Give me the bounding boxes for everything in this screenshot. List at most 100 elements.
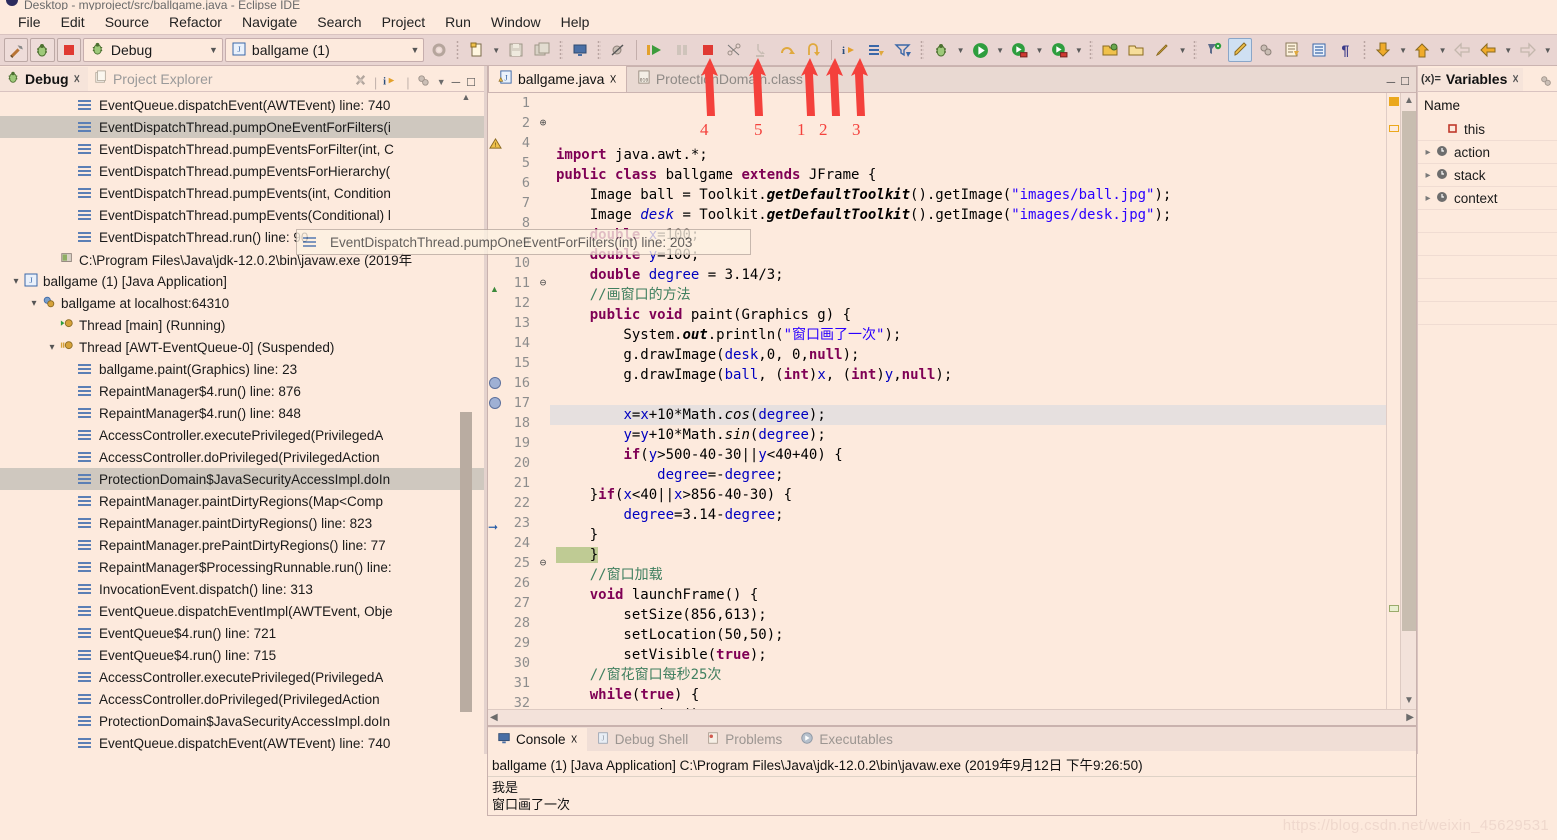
new-java-project-icon[interactable] bbox=[1098, 38, 1122, 62]
new-task-icon[interactable] bbox=[1281, 38, 1305, 62]
next-annotation-dropdown-icon[interactable]: ▼ bbox=[1398, 46, 1409, 55]
tree-twisty[interactable]: ▾ bbox=[8, 276, 24, 287]
debug-tree-scrollbar[interactable]: ▲ bbox=[460, 92, 472, 754]
drop-to-frame-icon[interactable] bbox=[864, 38, 888, 62]
back-history-icon[interactable] bbox=[1476, 38, 1500, 62]
code-line[interactable]: void launchFrame() { bbox=[550, 585, 1386, 605]
debug-stack-row[interactable]: Thread [main] (Running) bbox=[0, 314, 484, 336]
debug-stack-tree[interactable]: EventQueue.dispatchEvent(AWTEvent) line:… bbox=[0, 92, 484, 754]
debug-dropdown-icon[interactable]: ▼ bbox=[955, 46, 966, 55]
pencil-dropdown-icon[interactable]: ▼ bbox=[1177, 46, 1188, 55]
step-over-icon[interactable] bbox=[775, 38, 799, 62]
debug-stack-row[interactable]: EventDispatchThread.pumpEvents(int, Cond… bbox=[0, 182, 484, 204]
console-output[interactable]: 我是 窗口画了一次 bbox=[488, 777, 1416, 815]
show-whitespace-icon[interactable]: ¶ bbox=[1333, 38, 1357, 62]
debug-stack-row[interactable]: EventDispatchThread.pumpEventsForHierarc… bbox=[0, 160, 484, 182]
code-line[interactable]: Image desk = Toolkit.getDefaultToolkit()… bbox=[550, 205, 1386, 225]
code-line[interactable] bbox=[550, 125, 1386, 145]
code-line[interactable] bbox=[550, 385, 1386, 405]
breakpoint-marker[interactable] bbox=[488, 393, 504, 413]
menu-run[interactable]: Run bbox=[435, 12, 481, 32]
editor-overview-ruler[interactable] bbox=[1386, 93, 1400, 709]
step-return-icon[interactable] bbox=[801, 38, 825, 62]
debug-stack-row[interactable]: AccessController.doPrivileged(Privileged… bbox=[0, 446, 484, 468]
debug-stack-row[interactable]: EventDispatchThread.pumpOneEventForFilte… bbox=[0, 116, 484, 138]
code-line[interactable]: import java.awt.*; bbox=[550, 145, 1386, 165]
menu-help[interactable]: Help bbox=[551, 12, 600, 32]
debug-stack-row[interactable]: AccessController.executePrivileged(Privi… bbox=[0, 666, 484, 688]
next-annotation-icon[interactable] bbox=[1371, 38, 1395, 62]
menu-edit[interactable]: Edit bbox=[51, 12, 95, 32]
gear-icon[interactable] bbox=[426, 38, 450, 62]
scroll-left-icon[interactable]: ◀ bbox=[490, 712, 498, 723]
debug-stack-row[interactable]: ▾ Jballgame (1) [Java Application] bbox=[0, 270, 484, 292]
forward-dropdown-icon[interactable]: ▼ bbox=[1542, 46, 1553, 55]
use-step-filters-icon[interactable] bbox=[891, 38, 915, 62]
fold-toggle[interactable]: ⊖ bbox=[536, 273, 550, 293]
close-icon[interactable]: ☓ bbox=[1512, 72, 1518, 86]
editor-marker-gutter[interactable]: ! ▲ ➞ bbox=[488, 93, 504, 709]
variable-row[interactable]: ▸ stack bbox=[1418, 164, 1557, 187]
code-line[interactable]: x=x+10*Math.cos(degree); bbox=[550, 405, 1386, 425]
stop-terminate-icon[interactable] bbox=[56, 38, 81, 62]
open-type-icon[interactable] bbox=[1124, 38, 1148, 62]
menu-search[interactable]: Search bbox=[307, 12, 371, 32]
pencil-icon[interactable] bbox=[1151, 38, 1175, 62]
tree-twisty[interactable]: ▸ bbox=[1420, 193, 1436, 204]
current-instruction-pointer-icon[interactable]: ➞ bbox=[488, 513, 504, 534]
view-menu-icon[interactable]: ▼ bbox=[437, 77, 446, 87]
tab-protectiondomain-class[interactable]: 010 ProtectionDomain.class bbox=[627, 66, 812, 92]
skip-all-breakpoints-icon[interactable] bbox=[606, 38, 630, 62]
code-line[interactable]: double degree = 3.14/3; bbox=[550, 265, 1386, 285]
fold-toggle[interactable]: ⊖ bbox=[536, 553, 550, 573]
debug-bug-icon[interactable] bbox=[30, 38, 55, 62]
run-dropdown-icon[interactable]: ▼ bbox=[994, 46, 1005, 55]
tree-twisty[interactable]: ▾ bbox=[26, 298, 42, 309]
variables-tree[interactable]: this ▸ action ▸ stack ▸ context bbox=[1418, 118, 1557, 325]
code-text-area[interactable]: import java.awt.*; public class ballgame … bbox=[550, 93, 1386, 709]
debug-stack-row[interactable]: RepaintManager$ProcessingRunnable.run() … bbox=[0, 556, 484, 578]
debug-stack-row[interactable]: EventQueue$4.run() line: 715 bbox=[0, 644, 484, 666]
menu-source[interactable]: Source bbox=[95, 12, 159, 32]
scrollbar-thumb[interactable] bbox=[460, 412, 472, 712]
menu-navigate[interactable]: Navigate bbox=[232, 12, 307, 32]
tab-debug[interactable]: Debug ☓ bbox=[0, 67, 88, 91]
tree-twisty[interactable]: ▾ bbox=[44, 342, 60, 353]
code-line[interactable]: }if(x<40||x>856-40-30) { bbox=[550, 485, 1386, 505]
collapse-all-icon[interactable] bbox=[416, 73, 431, 91]
chevron-down-icon[interactable]: ▼ bbox=[199, 45, 218, 55]
new-file-dropdown-icon[interactable]: ▼ bbox=[491, 46, 502, 55]
code-line[interactable]: setLocation(50,50); bbox=[550, 625, 1386, 645]
editor-horizontal-scrollbar[interactable]: ◀ ▶ bbox=[488, 709, 1416, 725]
debug-stack-row[interactable]: ProtectionDomain$JavaSecurityAccessImpl.… bbox=[0, 468, 484, 490]
code-line[interactable]: } bbox=[550, 545, 1386, 565]
menu-refactor[interactable]: Refactor bbox=[159, 12, 232, 32]
debug-stack-row[interactable]: InvocationEvent.dispatch() line: 313 bbox=[0, 578, 484, 600]
run-icon[interactable] bbox=[968, 38, 992, 62]
close-icon[interactable]: ☓ bbox=[571, 732, 578, 748]
debug-icon[interactable] bbox=[929, 38, 953, 62]
console-icon[interactable] bbox=[568, 38, 592, 62]
view-menu-icon[interactable] bbox=[1539, 74, 1553, 91]
close-icon[interactable]: ☓ bbox=[74, 72, 80, 86]
save-icon[interactable] bbox=[504, 38, 528, 62]
debug-stack-row[interactable]: AccessController.doPrivileged(Privileged… bbox=[0, 688, 484, 710]
debug-stack-row[interactable]: ballgame.paint(Graphics) line: 23 bbox=[0, 358, 484, 380]
code-line[interactable]: g.drawImage(ball, (int)x, (int)y,null); bbox=[550, 365, 1386, 385]
scroll-down-icon[interactable]: ▼ bbox=[1401, 693, 1417, 709]
debug-stack-row[interactable]: RepaintManager.paintDirtyRegions(Map<Com… bbox=[0, 490, 484, 512]
code-line[interactable]: g.drawImage(desk,0, 0,null); bbox=[550, 345, 1386, 365]
launch-config-combo[interactable]: J ballgame (1) ▼ bbox=[224, 38, 425, 62]
menu-project[interactable]: Project bbox=[372, 12, 436, 32]
forward-icon[interactable] bbox=[1516, 38, 1540, 62]
scroll-right-icon[interactable]: ▶ bbox=[1406, 712, 1414, 723]
editor-folding-gutter[interactable]: ⊕ ⊖ ⊖ bbox=[536, 93, 550, 709]
debug-stack-row[interactable]: EventDispatchThread.pumpEventsForFilter(… bbox=[0, 138, 484, 160]
code-line[interactable]: public void paint(Graphics g) { bbox=[550, 305, 1386, 325]
code-line[interactable]: degree=-degree; bbox=[550, 465, 1386, 485]
code-line[interactable]: //窗口加载 bbox=[550, 565, 1386, 585]
scrollbar-thumb[interactable] bbox=[1402, 111, 1416, 631]
debug-stack-row[interactable]: RepaintManager.prePaintDirtyRegions() li… bbox=[0, 534, 484, 556]
scroll-up-icon[interactable]: ▲ bbox=[460, 92, 472, 106]
editor-vertical-scrollbar[interactable]: ▲ ▼ bbox=[1400, 93, 1416, 709]
